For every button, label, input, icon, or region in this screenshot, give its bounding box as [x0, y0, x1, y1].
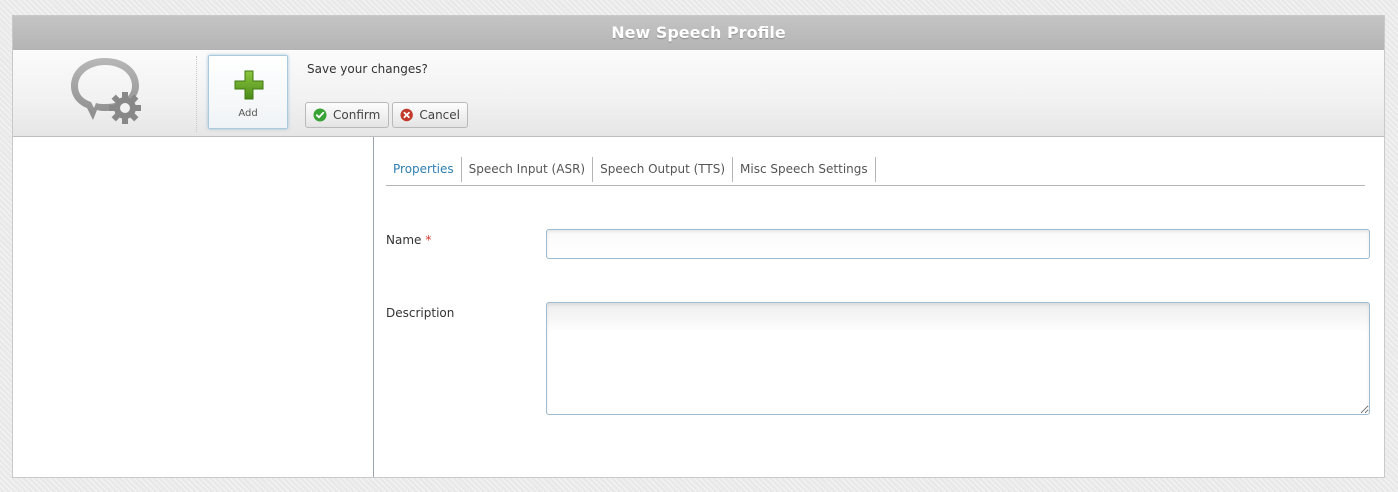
window-title: New Speech Profile: [13, 16, 1384, 50]
x-circle-icon: [400, 108, 413, 122]
name-label: Name *: [386, 233, 431, 247]
required-marker: *: [425, 233, 432, 247]
confirm-button[interactable]: Confirm: [305, 102, 389, 128]
tab-speech-input[interactable]: Speech Input (ASR): [462, 157, 594, 182]
name-label-text: Name: [386, 233, 422, 247]
tab-bar: Properties Speech Input (ASR) Speech Out…: [386, 157, 1365, 186]
confirm-button-label: Confirm: [333, 108, 381, 122]
cancel-button-label: Cancel: [419, 108, 460, 122]
plus-icon: [234, 70, 264, 100]
left-panel: [13, 137, 374, 477]
check-circle-icon: [313, 108, 327, 122]
toolbar-divider: [196, 56, 197, 132]
tab-misc-speech-settings[interactable]: Misc Speech Settings: [733, 157, 876, 182]
speech-profile-window: New Speech Profile Add Save your changes…: [12, 15, 1385, 478]
tab-speech-output[interactable]: Speech Output (TTS): [593, 157, 734, 182]
save-changes-prompt: Save your changes?: [307, 62, 428, 76]
speech-bubble-gear-icon: [71, 58, 141, 124]
add-button-label: Add: [238, 108, 258, 119]
add-button[interactable]: Add: [208, 55, 288, 129]
content-area: Properties Speech Input (ASR) Speech Out…: [13, 137, 1384, 477]
name-field[interactable]: [546, 229, 1370, 259]
description-field[interactable]: [546, 302, 1370, 415]
description-label: Description: [386, 306, 455, 320]
properties-form: Properties Speech Input (ASR) Speech Out…: [386, 137, 1384, 477]
toolbar: Add Save your changes? Confirm Cancel: [13, 50, 1384, 137]
cancel-button[interactable]: Cancel: [392, 102, 468, 128]
tab-properties[interactable]: Properties: [386, 157, 462, 182]
